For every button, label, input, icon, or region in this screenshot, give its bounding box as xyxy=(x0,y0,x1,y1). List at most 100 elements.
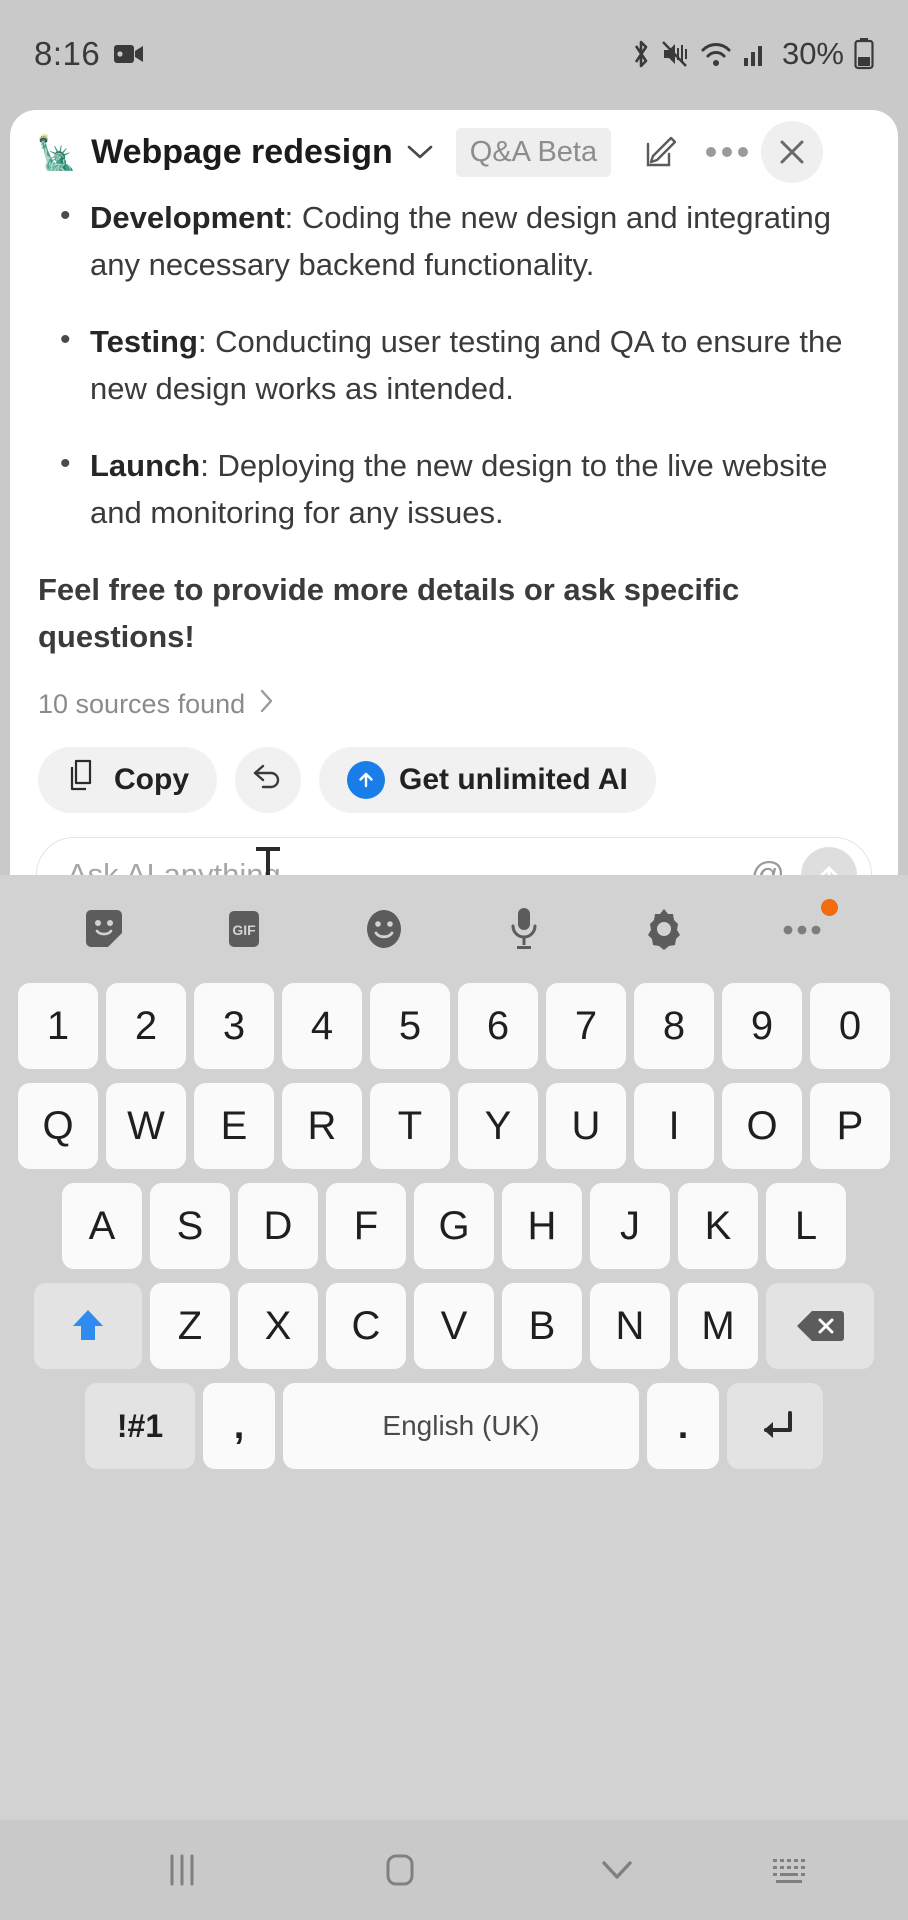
back-chevron-icon xyxy=(602,1861,632,1879)
key-p[interactable]: P xyxy=(810,1083,890,1169)
home-button[interactable] xyxy=(379,1849,421,1891)
undo-arrow-icon xyxy=(250,761,286,799)
keyboard-row-bottom: Z X C V B N M xyxy=(0,1283,908,1369)
key-6[interactable]: 6 xyxy=(458,983,538,1069)
key-5[interactable]: 5 xyxy=(370,983,450,1069)
enter-key[interactable] xyxy=(727,1383,823,1469)
ask-input-area: Ask AI anything... @ xyxy=(10,837,898,875)
send-button[interactable] xyxy=(801,847,857,875)
statue-of-liberty-icon: 🗽 xyxy=(36,133,78,171)
key-k[interactable]: K xyxy=(678,1183,758,1269)
mute-vibrate-icon xyxy=(662,39,690,69)
upgrade-label: Get unlimited AI xyxy=(399,763,628,796)
key-2[interactable]: 2 xyxy=(106,983,186,1069)
gif-icon[interactable]: GIF xyxy=(208,893,280,965)
key-1[interactable]: 1 xyxy=(18,983,98,1069)
key-a[interactable]: A xyxy=(62,1183,142,1269)
mention-at-icon[interactable]: @ xyxy=(750,856,785,876)
bullet-label: Testing xyxy=(90,324,198,359)
ask-input-placeholder: Ask AI anything... xyxy=(67,857,307,875)
shift-key[interactable] xyxy=(34,1283,142,1369)
key-y[interactable]: Y xyxy=(458,1083,538,1169)
sources-label: 10 sources found xyxy=(38,689,246,719)
key-l[interactable]: L xyxy=(766,1183,846,1269)
sticker-icon[interactable] xyxy=(68,893,140,965)
hide-keyboard-button[interactable] xyxy=(768,1854,812,1886)
space-key[interactable]: English (UK) xyxy=(283,1383,639,1469)
close-icon[interactable] xyxy=(761,121,824,183)
status-bar-right: 30% xyxy=(630,36,874,72)
back-button[interactable] xyxy=(596,1856,638,1884)
key-s[interactable]: S xyxy=(150,1183,230,1269)
page-title: Webpage redesign xyxy=(91,132,393,171)
bullet-label: Launch xyxy=(90,448,201,483)
key-0[interactable]: 0 xyxy=(810,983,890,1069)
key-7[interactable]: 7 xyxy=(546,983,626,1069)
keyboard-row-top: Q W E R T Y U I O P xyxy=(0,1083,908,1169)
cellular-signal-icon xyxy=(742,40,768,68)
chevron-right-icon xyxy=(259,688,275,721)
regenerate-button[interactable] xyxy=(235,747,301,813)
ai-assistant-panel: 🗽 Webpage redesign Q&A Beta Development:… xyxy=(10,110,898,875)
qa-beta-badge[interactable]: Q&A Beta xyxy=(455,127,612,177)
key-m[interactable]: M xyxy=(678,1283,758,1369)
android-nav-bar xyxy=(0,1820,908,1920)
key-d[interactable]: D xyxy=(238,1183,318,1269)
keyboard-row-function: !#1 , English (UK) . xyxy=(0,1383,908,1469)
ask-input-bar[interactable]: Ask AI anything... @ xyxy=(36,837,872,875)
key-u[interactable]: U xyxy=(546,1083,626,1169)
key-h[interactable]: H xyxy=(502,1183,582,1269)
hide-keyboard-icon xyxy=(773,1859,805,1883)
bluetooth-icon xyxy=(630,38,652,70)
emoji-icon[interactable] xyxy=(348,893,420,965)
get-unlimited-ai-button[interactable]: Get unlimited AI xyxy=(319,747,656,813)
key-b[interactable]: B xyxy=(502,1283,582,1369)
key-v[interactable]: V xyxy=(414,1283,494,1369)
chevron-down-icon[interactable] xyxy=(406,143,434,161)
key-3[interactable]: 3 xyxy=(194,983,274,1069)
copy-icon xyxy=(66,758,100,802)
microphone-icon[interactable] xyxy=(488,893,560,965)
more-options-icon[interactable] xyxy=(699,124,755,180)
key-e[interactable]: E xyxy=(194,1083,274,1169)
status-time: 8:16 xyxy=(34,35,101,72)
recents-button[interactable] xyxy=(160,1853,204,1887)
copy-label: Copy xyxy=(114,763,189,796)
list-item: Testing: Conducting user testing and QA … xyxy=(36,316,872,412)
backspace-key[interactable] xyxy=(766,1283,874,1369)
key-o[interactable]: O xyxy=(722,1083,802,1169)
conversation-body: Development: Coding the new design and i… xyxy=(10,192,898,813)
phone-screen: 8:16 30% 🗽 Webpage redesign Q&A Beta • D… xyxy=(0,0,908,1920)
period-key[interactable]: . xyxy=(647,1383,719,1469)
more-options-icon[interactable] xyxy=(768,893,840,965)
settings-gear-icon[interactable] xyxy=(628,893,700,965)
key-w[interactable]: W xyxy=(106,1083,186,1169)
key-x[interactable]: X xyxy=(238,1283,318,1369)
on-screen-keyboard: GIF 1 2 3 4 5 6 7 8 9 0 Q W E R T Y U I … xyxy=(0,875,908,1820)
key-9[interactable]: 9 xyxy=(722,983,802,1069)
battery-percent: 30% xyxy=(781,36,844,71)
status-bar: 8:16 30% xyxy=(0,0,908,108)
key-j[interactable]: J xyxy=(590,1183,670,1269)
key-t[interactable]: T xyxy=(370,1083,450,1169)
upgrade-arrow-icon xyxy=(347,761,385,799)
symbols-key[interactable]: !#1 xyxy=(85,1383,195,1469)
shift-icon xyxy=(73,1310,103,1340)
key-8[interactable]: 8 xyxy=(634,983,714,1069)
key-z[interactable]: Z xyxy=(150,1283,230,1369)
key-g[interactable]: G xyxy=(414,1183,494,1269)
key-n[interactable]: N xyxy=(590,1283,670,1369)
key-f[interactable]: F xyxy=(326,1183,406,1269)
key-r[interactable]: R xyxy=(282,1083,362,1169)
key-q[interactable]: Q xyxy=(18,1083,98,1169)
comma-key[interactable]: , xyxy=(203,1383,275,1469)
edit-note-icon[interactable] xyxy=(633,124,689,180)
status-bar-left: 8:16 xyxy=(34,35,144,73)
keyboard-row-numbers: 1 2 3 4 5 6 7 8 9 0 xyxy=(0,983,908,1069)
battery-icon xyxy=(854,38,874,70)
copy-button[interactable]: Copy xyxy=(38,747,217,813)
key-4[interactable]: 4 xyxy=(282,983,362,1069)
key-i[interactable]: I xyxy=(634,1083,714,1169)
key-c[interactable]: C xyxy=(326,1283,406,1369)
sources-found-link[interactable]: 10 sources found xyxy=(36,688,872,721)
